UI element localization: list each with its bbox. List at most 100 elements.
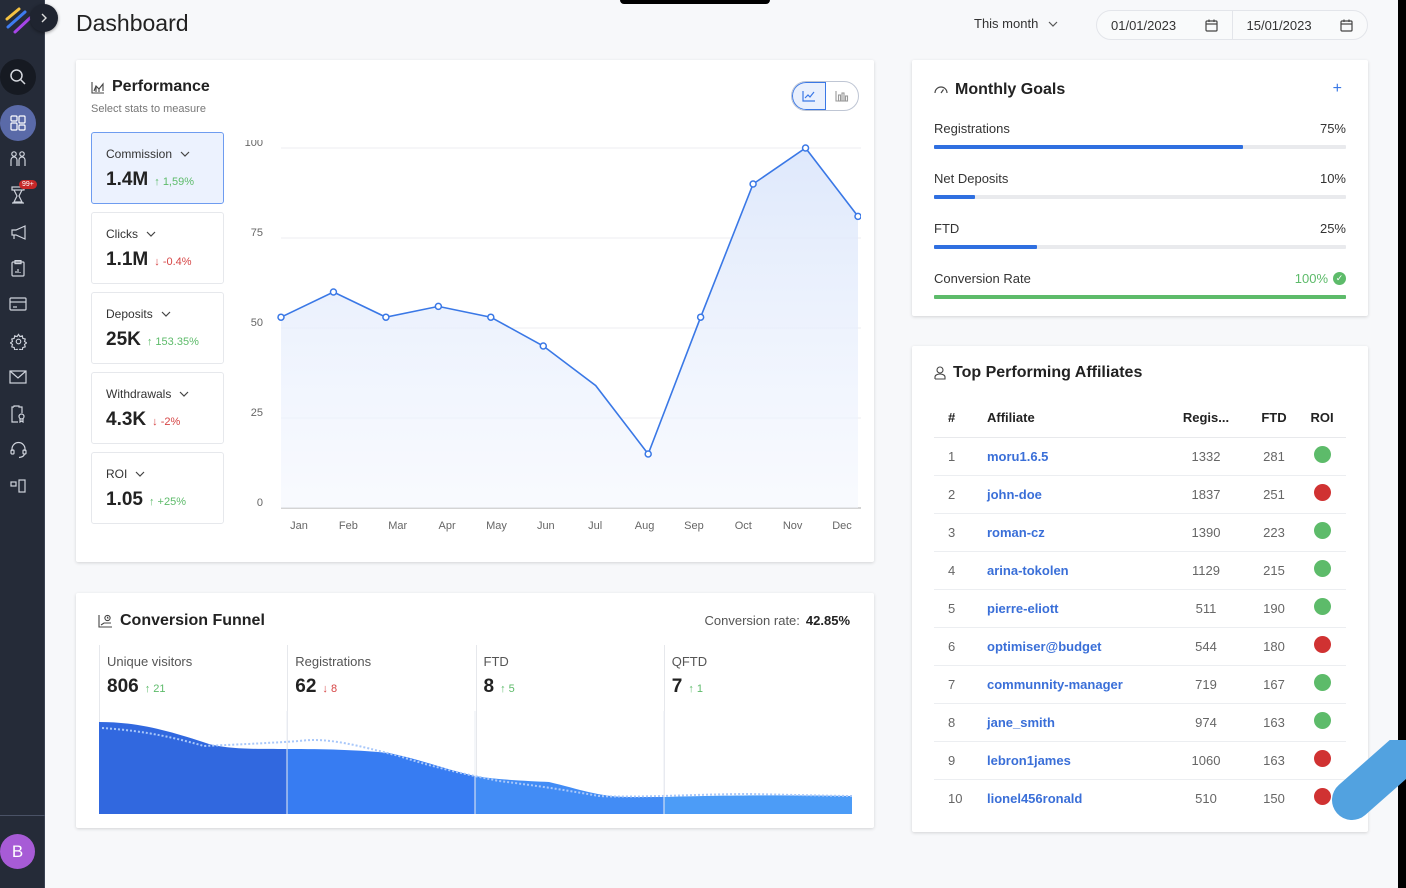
- affiliate-link[interactable]: arina-tokolen: [987, 563, 1069, 578]
- sidebar-search[interactable]: [0, 59, 36, 95]
- stat-delta-text: -0.4%: [162, 256, 192, 268]
- affiliate-link[interactable]: pierre-eliott: [987, 601, 1059, 616]
- affiliate-rank: 8: [934, 703, 987, 742]
- table-row[interactable]: 9 lebron1james 1060 163: [934, 741, 1346, 780]
- affiliates-table: # Affiliate Regis... FTD ROI 1 moru1.6.5 1…: [934, 399, 1346, 817]
- column-header-roi[interactable]: ROI: [1298, 399, 1346, 438]
- stat-card-deposits[interactable]: Deposits 25K ↑ 153.35%: [91, 292, 224, 364]
- affiliate-registrations: 719: [1162, 665, 1250, 704]
- column-header-ftd[interactable]: FTD: [1250, 399, 1298, 438]
- sidebar-item-reports[interactable]: [0, 250, 36, 286]
- goal-registrations: Registrations 75%: [934, 121, 1346, 149]
- sidebar-item-documents[interactable]: [0, 396, 36, 432]
- check-circle-icon: ✓: [1333, 272, 1346, 285]
- line-view-button[interactable]: [792, 82, 826, 110]
- affiliate-roi: [1298, 741, 1346, 780]
- conversion-funnel-title: Conversion Funnel: [98, 612, 265, 630]
- data-point-oct[interactable]: [749, 180, 757, 188]
- date-to-field[interactable]: 15/01/2023: [1231, 11, 1368, 39]
- affiliate-name-cell: roman-cz: [987, 513, 1162, 552]
- table-row[interactable]: 1 moru1.6.5 1332 281: [934, 437, 1346, 476]
- stat-card-withdrawals[interactable]: Withdrawals 4.3K ↓ -2%: [91, 372, 224, 444]
- sidebar-item-affiliates[interactable]: [0, 141, 36, 177]
- table-row[interactable]: 3 roman-cz 1390 223: [934, 513, 1346, 552]
- goal-percent: 100%: [1294, 271, 1328, 286]
- affiliate-rank: 7: [934, 665, 987, 704]
- affiliate-ftd: 215: [1250, 551, 1298, 590]
- period-select[interactable]: This month: [974, 16, 1058, 31]
- funnel-area-chart: [99, 711, 852, 814]
- table-row[interactable]: 4 arina-tokolen 1129 215: [934, 551, 1346, 590]
- monthly-goals-title-text: Monthly Goals: [955, 81, 1066, 98]
- stat-card-roi[interactable]: ROI 1.05 ↑ +25%: [91, 452, 224, 524]
- affiliate-ftd: 150: [1263, 790, 1285, 806]
- goal-net-deposits: Net Deposits 10%: [934, 171, 1346, 199]
- data-point-mar[interactable]: [382, 313, 390, 321]
- affiliate-link[interactable]: lebron1james: [987, 753, 1071, 768]
- affiliate-name-cell: jane_smith: [987, 703, 1162, 742]
- funnel-stage-delta-text: 1: [696, 683, 704, 695]
- calendar-icon: [1340, 19, 1353, 32]
- column-header-affiliate[interactable]: Affiliate: [987, 399, 1162, 438]
- calendar-icon: [1204, 19, 1218, 32]
- add-goal-button[interactable]: +: [1333, 80, 1342, 98]
- sidebar-item-support[interactable]: [0, 432, 36, 468]
- table-row[interactable]: 7 communnity-manager 719 167: [934, 665, 1346, 704]
- affiliate-link[interactable]: moru1.6.5: [987, 449, 1048, 464]
- affiliate-name-cell: lionel456ronald: [987, 779, 1162, 817]
- expand-sidebar-button[interactable]: [30, 4, 58, 32]
- table-row[interactable]: 6 optimiser@budget 544 180: [934, 627, 1346, 666]
- x-tick-label: Nov: [783, 520, 803, 532]
- x-tick-label: Oct: [735, 520, 752, 532]
- affiliate-rank: 6: [934, 627, 987, 666]
- data-point-aug[interactable]: [644, 450, 652, 458]
- data-point-may[interactable]: [487, 313, 495, 321]
- user-icon: [934, 366, 946, 380]
- users-icon: [10, 151, 26, 166]
- affiliate-link[interactable]: jane_smith: [987, 715, 1055, 730]
- data-point-jun[interactable]: [539, 342, 548, 350]
- app-logo[interactable]: [3, 5, 33, 35]
- mail-icon: [9, 370, 27, 384]
- affiliate-link[interactable]: roman-cz: [987, 525, 1045, 540]
- table-row[interactable]: 8 jane_smith 974 163: [934, 703, 1346, 742]
- sidebar-item-campaigns[interactable]: [0, 214, 36, 250]
- layout-icon: [9, 479, 26, 493]
- column-header-rank[interactable]: #: [934, 399, 987, 438]
- data-point-sep[interactable]: [696, 313, 705, 321]
- data-point-dec[interactable]: [854, 212, 861, 221]
- column-header-registrations[interactable]: Regis...: [1162, 399, 1250, 438]
- stat-value: 1.1M: [106, 249, 149, 270]
- bar-view-button[interactable]: [826, 82, 858, 110]
- data-point-jan[interactable]: [277, 313, 285, 321]
- affiliate-link[interactable]: optimiser@budget: [987, 639, 1102, 654]
- sidebar-item-messages[interactable]: [0, 359, 36, 395]
- stat-card-commission[interactable]: Commission 1.4M ↑ 1,59%: [91, 132, 224, 204]
- stat-card-clicks[interactable]: Clicks 1.1M ↓ -0.4%: [91, 212, 224, 284]
- roi-status-dot: [1313, 636, 1331, 653]
- stat-label: Deposits: [106, 307, 153, 321]
- sidebar-item-payments[interactable]: [0, 286, 36, 322]
- funnel-stage-label: QFTD: [671, 654, 708, 669]
- gauge-icon: [934, 86, 948, 94]
- affiliate-link[interactable]: communnity-manager: [987, 677, 1123, 692]
- sidebar-item-dashboard[interactable]: [0, 105, 36, 141]
- data-point-feb[interactable]: [329, 288, 338, 296]
- roi-status-dot: [1313, 788, 1331, 806]
- table-row[interactable]: 10 lionel456ronald 510 150: [934, 779, 1346, 817]
- x-tick-label: Dec: [832, 520, 852, 532]
- funnel-stage-delta-text: 8: [330, 683, 338, 695]
- stat-value: 4.3K: [106, 409, 147, 430]
- funnel-stage-delta: ↓ 8: [322, 683, 338, 695]
- table-row[interactable]: 5 pierre-eliott 511 190: [934, 589, 1346, 628]
- data-point-apr[interactable]: [434, 302, 443, 311]
- affiliate-link[interactable]: lionel456ronald: [987, 791, 1082, 806]
- data-point-nov[interactable]: [801, 144, 810, 152]
- user-avatar[interactable]: B: [0, 834, 35, 869]
- affiliate-link[interactable]: john-doe: [987, 487, 1042, 502]
- sidebar-item-layout[interactable]: [0, 468, 36, 504]
- sidebar-item-settings[interactable]: [0, 323, 36, 359]
- affiliate-ftd: 163: [1250, 703, 1298, 742]
- table-row[interactable]: 2 john-doe 1837 251: [934, 475, 1346, 514]
- date-from-field[interactable]: 01/01/2023: [1097, 11, 1232, 39]
